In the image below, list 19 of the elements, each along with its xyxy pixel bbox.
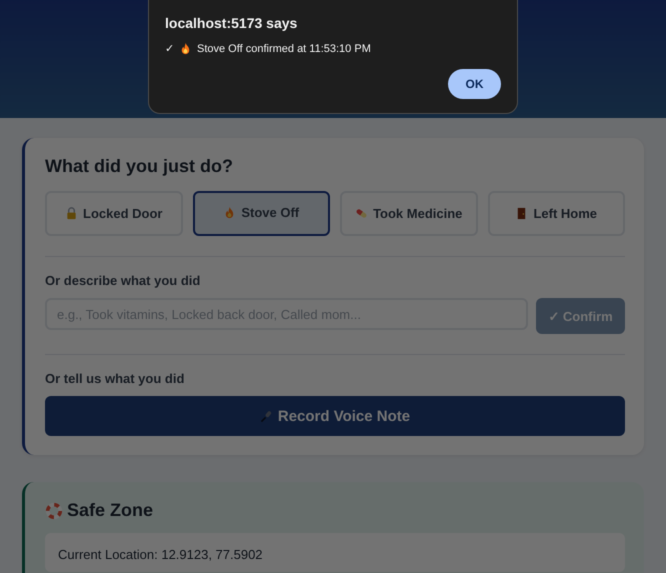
action-button[interactable]: Stove Off	[192, 191, 330, 236]
pill-icon	[355, 207, 368, 220]
card-title: Safe Zone	[67, 500, 154, 521]
section-label: Or tell us what you did	[45, 371, 186, 386]
dialog-message: Stove Off confirmed at 11:53:10 PM	[197, 42, 371, 54]
microphone-icon	[260, 410, 273, 422]
location-text: Current Location: 12.9123, 77.5902	[58, 547, 263, 562]
card-title: What did you just do?	[45, 156, 234, 177]
section-label: Or describe what you did	[45, 273, 202, 288]
check-mark: ✓	[165, 42, 174, 55]
lifebuoy-icon	[45, 502, 63, 520]
dialog-title: localhost:5173 says	[165, 15, 298, 31]
action-button[interactable]: Locked Door	[45, 191, 182, 236]
record-button[interactable]: Record Voice Note	[45, 396, 625, 436]
ok-button[interactable]: OK	[448, 69, 501, 99]
action-button[interactable]: Took Medicine	[340, 191, 478, 236]
flame-icon	[179, 42, 192, 55]
action-button[interactable]: Left Home	[488, 191, 625, 236]
padlock-icon	[65, 207, 78, 220]
